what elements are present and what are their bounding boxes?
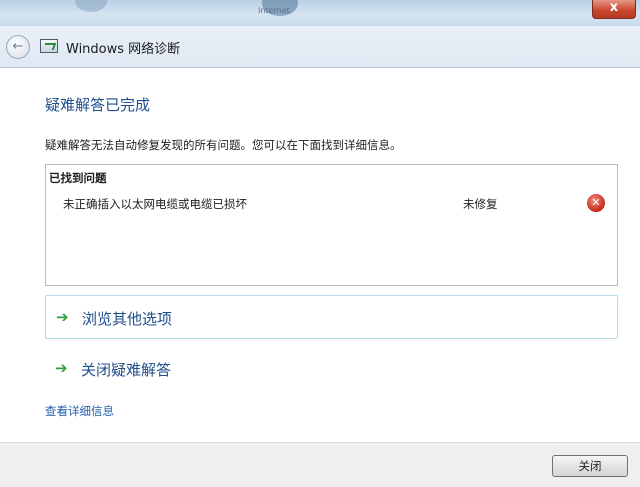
footer-bar: 关闭 bbox=[0, 442, 640, 487]
option-label: 浏览其他选项 bbox=[82, 310, 173, 328]
green-arrow-icon: ➔ bbox=[56, 308, 69, 326]
error-icon: ✕ bbox=[587, 194, 605, 212]
page-title: 疑难解答已完成 bbox=[45, 96, 151, 114]
description-text: 疑难解答无法自动修复发现的所有问题。您可以在下面找到详细信息。 bbox=[45, 138, 402, 152]
problem-status: 未修复 bbox=[463, 197, 498, 211]
problem-row[interactable]: 未正确插入以太网电缆或电缆已损坏 未修复 ✕ bbox=[46, 193, 617, 215]
problems-header: 已找到问题 bbox=[49, 171, 107, 185]
network-icon bbox=[75, 0, 107, 12]
back-arrow-icon: ← bbox=[12, 39, 24, 54]
window-title: Windows 网络诊断 bbox=[66, 42, 181, 57]
window-frame-glass: Internet x bbox=[0, 0, 640, 26]
navigation-bar: ← Windows 网络诊断 bbox=[0, 26, 640, 68]
back-button[interactable]: ← bbox=[6, 35, 30, 59]
close-button[interactable]: 关闭 bbox=[552, 455, 628, 477]
problems-panel: 已找到问题 未正确插入以太网电缆或电缆已损坏 未修复 ✕ bbox=[45, 164, 618, 286]
internet-label: Internet bbox=[258, 6, 290, 15]
view-details-link[interactable]: 查看详细信息 bbox=[45, 403, 114, 419]
window-close-button[interactable]: x bbox=[592, 0, 636, 19]
explore-options-button[interactable]: ➔ 浏览其他选项 bbox=[45, 295, 618, 339]
option-label: 关闭疑难解答 bbox=[81, 361, 172, 379]
green-arrow-icon: ➔ bbox=[55, 359, 68, 377]
close-troubleshooter-button[interactable]: ➔ 关闭疑难解答 bbox=[45, 347, 618, 391]
problem-name: 未正确插入以太网电缆或电缆已损坏 bbox=[63, 197, 247, 211]
network-diagnostics-icon bbox=[40, 39, 58, 53]
